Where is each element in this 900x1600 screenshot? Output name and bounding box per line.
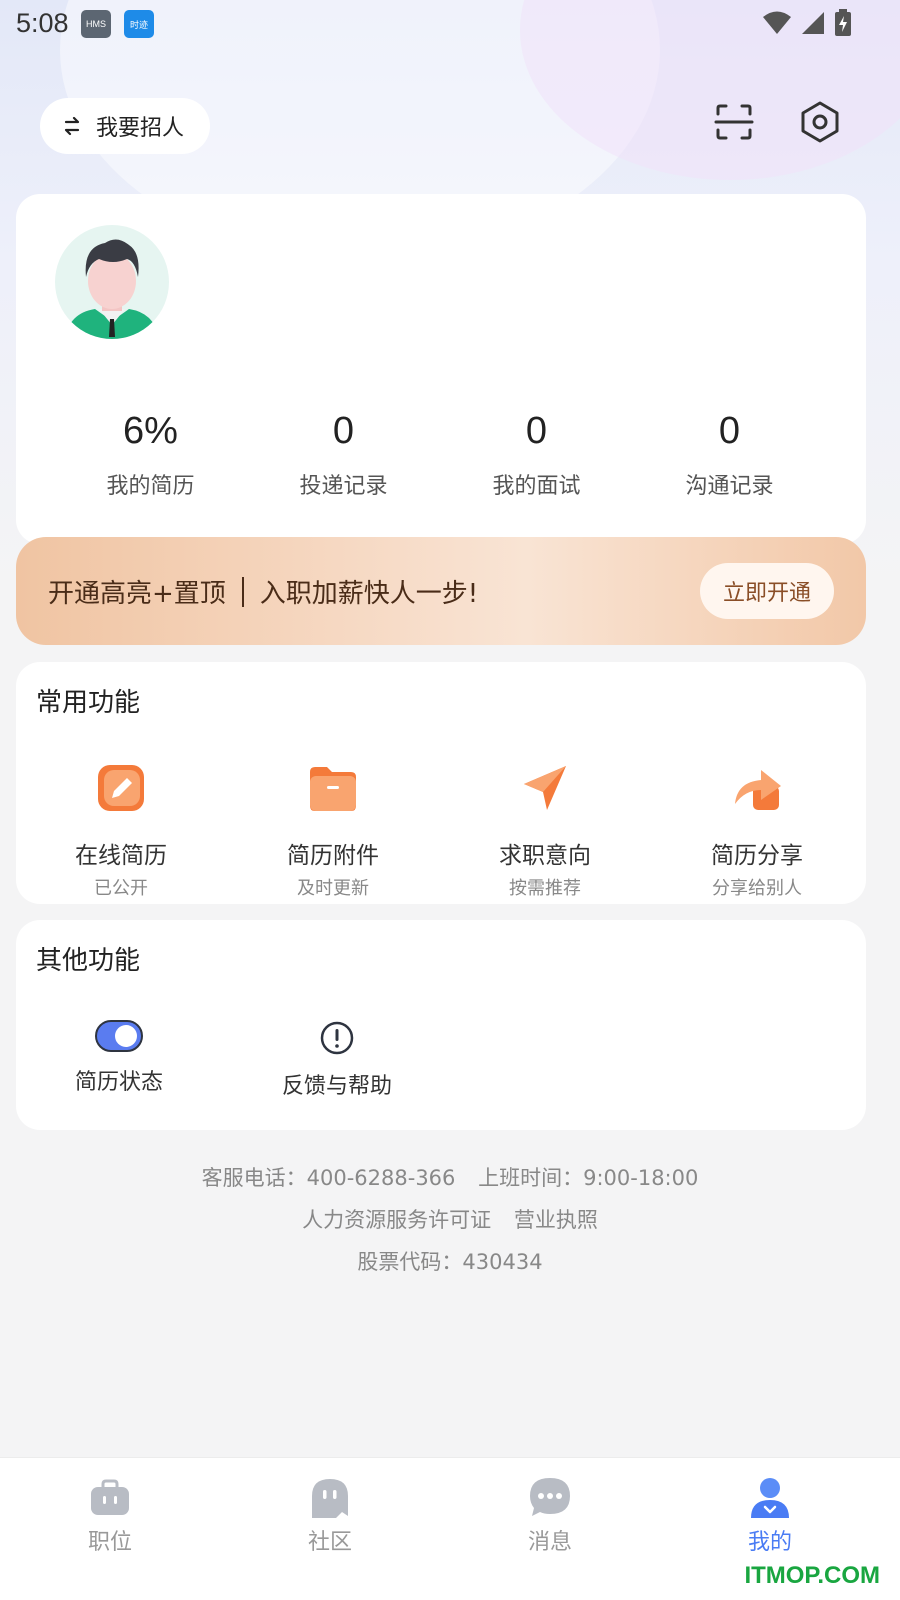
license-links: 人力资源服务许可证 营业执照	[0, 1204, 900, 1234]
hr-license-link[interactable]: 人力资源服务许可证	[302, 1208, 491, 1232]
tab-label: 社区	[307, 1530, 352, 1555]
signal-icon	[802, 12, 824, 34]
alert-icon	[320, 1021, 354, 1055]
feature-sub: 已公开	[94, 878, 148, 899]
tab-messages[interactable]: 消息	[490, 1476, 610, 1556]
scan-icon[interactable]	[712, 100, 756, 144]
battery-icon	[835, 9, 851, 36]
edit-icon	[98, 765, 144, 811]
feature-label: 求职意向	[499, 843, 591, 869]
stat-value: 0	[525, 410, 548, 452]
other-label: 反馈与帮助	[281, 1074, 392, 1099]
feature-job-intention[interactable]: 求职意向 按需推荐	[455, 762, 635, 900]
stat-applications[interactable]: 0 投递记录	[247, 410, 440, 500]
promo-text: 开通高亮+置顶 入职加薪快人一步!	[48, 573, 478, 610]
profile-card: 6% 我的简历 0 投递记录 0 我的面试 0 沟通记录	[16, 194, 866, 544]
tab-mine[interactable]: 我的	[710, 1476, 830, 1556]
stat-label: 沟通记录	[685, 474, 774, 499]
chat-icon	[530, 1478, 570, 1516]
briefcase-icon	[91, 1479, 129, 1515]
feature-label: 简历分享	[711, 843, 803, 869]
stats-row: 6% 我的简历 0 投递记录 0 我的面试 0 沟通记录	[16, 410, 866, 500]
ghost-icon	[312, 1479, 348, 1518]
common-functions-card: 常用功能 在线简历 已公开 简历附件 及时更新 求职意向 按需推荐 简历分享 分…	[16, 662, 866, 904]
stat-resume[interactable]: 6% 我的简历	[54, 410, 247, 500]
section-title: 其他功能	[36, 946, 141, 976]
business-license-link[interactable]: 营业执照	[514, 1208, 598, 1232]
stat-label: 我的面试	[492, 474, 581, 499]
other-label: 简历状态	[74, 1070, 163, 1095]
hms-badge: HMS	[81, 10, 111, 38]
activate-now-button[interactable]: 立即开通	[700, 563, 834, 619]
feedback-help-item[interactable]: 反馈与帮助	[274, 1020, 400, 1100]
switch-icon	[64, 116, 80, 136]
stock-code: 股票代码：430434	[0, 1246, 900, 1276]
watermark: ITMOP.COM	[744, 1562, 880, 1589]
avatar-icon	[65, 239, 159, 339]
contact-info: 客服电话：400-6288-366 上班时间：9:00-18:00	[0, 1162, 900, 1192]
tab-jobs[interactable]: 职位	[50, 1476, 170, 1556]
switch-to-recruiter-button[interactable]: 我要招人	[40, 98, 210, 154]
promo-text-left: 开通高亮+置顶	[48, 579, 226, 609]
status-bar: 5:08 HMS 时迹	[0, 0, 900, 48]
feature-online-resume[interactable]: 在线简历 已公开	[31, 762, 211, 900]
feature-sub: 分享给别人	[712, 878, 802, 899]
section-title: 常用功能	[36, 688, 141, 718]
stat-value: 6%	[123, 410, 178, 452]
resume-status-item[interactable]: 简历状态	[60, 1020, 178, 1096]
person-icon	[751, 1478, 789, 1518]
avatar[interactable]	[55, 225, 169, 339]
switch-label: 我要招人	[96, 116, 185, 141]
feature-resume-attachment[interactable]: 简历附件 及时更新	[243, 762, 423, 900]
stat-label: 投递记录	[299, 474, 388, 499]
tab-community[interactable]: 社区	[270, 1476, 390, 1556]
settings-icon[interactable]	[798, 100, 842, 144]
promo-banner[interactable]: 开通高亮+置顶 入职加薪快人一步! 立即开通	[16, 537, 866, 645]
service-phone[interactable]: 客服电话：400-6288-366	[202, 1166, 456, 1190]
tab-label: 我的	[747, 1530, 792, 1555]
feature-sub: 按需推荐	[509, 878, 581, 899]
feature-label: 在线简历	[75, 843, 167, 869]
stat-value: 0	[332, 410, 355, 452]
feature-sub: 及时更新	[297, 878, 369, 899]
share-icon	[735, 770, 781, 810]
bottom-tab-bar: 职位 社区 消息 我的 ITMOP.COM	[0, 1457, 900, 1600]
feature-resume-share[interactable]: 简历分享 分享给别人	[667, 762, 847, 900]
stat-value: 0	[718, 410, 741, 452]
stat-interviews[interactable]: 0 我的面试	[440, 410, 633, 500]
tab-label: 职位	[87, 1530, 132, 1555]
other-functions-card: 其他功能 简历状态 反馈与帮助	[16, 920, 866, 1130]
promo-divider	[241, 576, 244, 607]
status-time: 5:08	[16, 8, 69, 38]
folder-icon	[310, 767, 356, 811]
stock-code-text: 股票代码：430434	[357, 1250, 543, 1274]
app-badge: 时迹	[124, 10, 154, 38]
tab-label: 消息	[527, 1530, 572, 1555]
promo-text-right: 入职加薪快人一步!	[259, 579, 479, 609]
work-hours: 上班时间：9:00-18:00	[478, 1166, 699, 1190]
wifi-icon	[763, 11, 791, 34]
feature-label: 简历附件	[287, 843, 379, 869]
stat-chats[interactable]: 0 沟通记录	[633, 410, 826, 500]
send-icon	[524, 766, 566, 810]
stat-label: 我的简历	[106, 474, 195, 499]
toggle-icon	[95, 1020, 143, 1052]
